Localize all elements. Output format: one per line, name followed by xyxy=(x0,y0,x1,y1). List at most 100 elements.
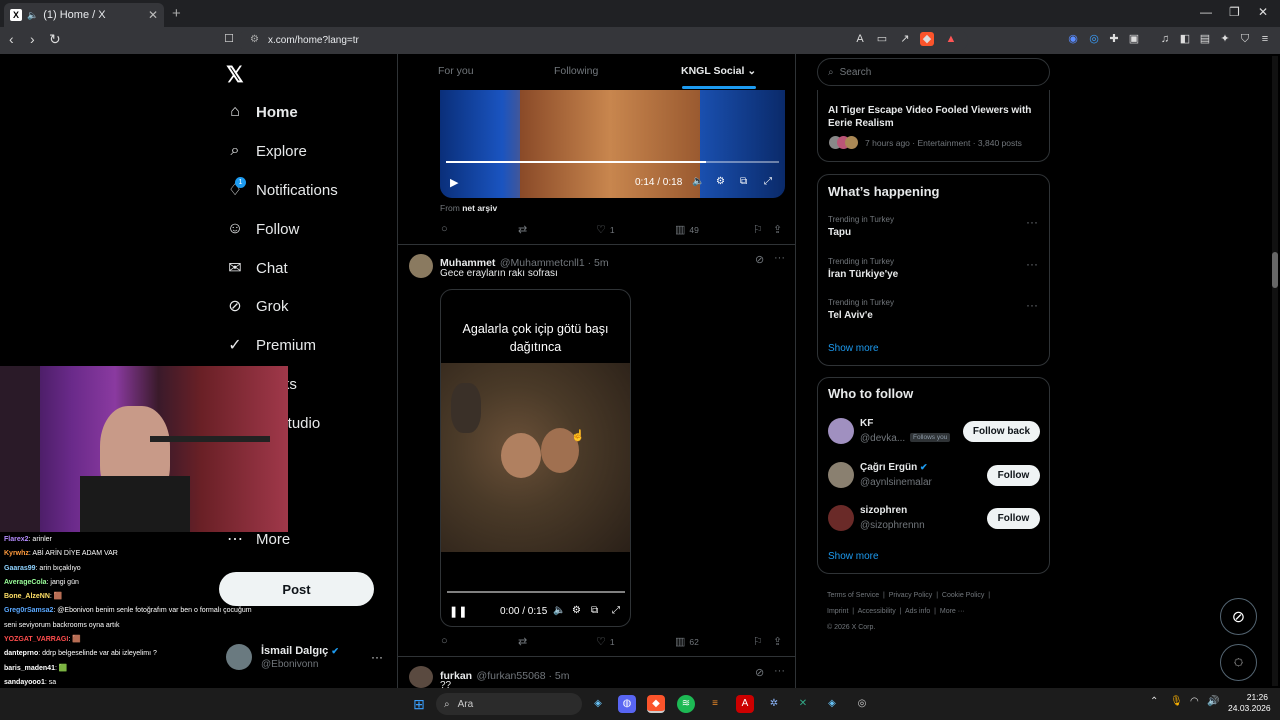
footer-link[interactable]: Terms of Service xyxy=(827,592,879,599)
steam-icon[interactable]: ◈ xyxy=(823,695,841,713)
share-button[interactable]: ⇪ xyxy=(773,635,782,648)
extension-wallet-icon[interactable]: ◉ xyxy=(1066,32,1080,46)
avatar[interactable] xyxy=(409,666,433,688)
bookmark-button[interactable]: ⚐ xyxy=(753,635,763,648)
nav-chat[interactable]: ✉ Chat xyxy=(226,255,287,281)
search-input[interactable]: ⌕ Search xyxy=(817,58,1050,86)
extension-icon[interactable]: ◎ xyxy=(1087,32,1101,46)
speaker-icon[interactable]: 🔈 xyxy=(27,10,38,21)
footer-link[interactable]: Ads info xyxy=(905,608,930,615)
sidebar-toggle-icon[interactable]: ◧ xyxy=(1178,32,1192,46)
leo-ai-icon[interactable]: ✦ xyxy=(1218,32,1232,46)
screenshot-icon[interactable]: ▣ xyxy=(1127,32,1141,46)
windows-start-icon[interactable]: ⊞ xyxy=(410,695,428,713)
chat-username[interactable]: danteprno xyxy=(4,650,38,657)
tab-following[interactable]: Following xyxy=(554,65,598,77)
follow-name[interactable]: Çağrı Ergün ✔ xyxy=(860,462,928,473)
chat-username[interactable]: YOZGAT_VARRAGI xyxy=(4,636,68,643)
progress-track[interactable] xyxy=(447,591,625,593)
page-scrollbar[interactable] xyxy=(1272,56,1278,686)
show-more-link[interactable]: Show more xyxy=(828,343,879,354)
menu-icon[interactable]: ≡ xyxy=(1258,32,1272,46)
brave-icon[interactable]: ◆ xyxy=(647,695,665,713)
tab-kngl-social[interactable]: KNGL Social ⌄ xyxy=(681,65,756,77)
brave-shield-icon[interactable]: ◆ xyxy=(920,32,934,46)
volume-icon[interactable]: 🔈 xyxy=(553,605,565,616)
source-name[interactable]: net arşiv xyxy=(462,203,497,213)
volume-icon[interactable]: 🔈 xyxy=(692,176,704,187)
views-button[interactable]: ▥ 62 xyxy=(675,635,699,648)
x-logo-icon[interactable]: 𝕏 xyxy=(226,62,244,88)
avatar[interactable] xyxy=(828,505,854,531)
messages-fab[interactable]: ◌ xyxy=(1220,644,1257,681)
views-button[interactable]: ▥ 49 xyxy=(675,223,699,236)
taskbar-clock[interactable]: 21:26 24.03.2026 xyxy=(1228,692,1271,714)
bookmark-page-icon[interactable]: ☐ xyxy=(222,32,236,46)
avatar[interactable] xyxy=(828,462,854,488)
vpn-icon[interactable]: ⛉ xyxy=(1238,32,1252,46)
steam-icon[interactable]: ◈ xyxy=(589,695,607,713)
reply-button[interactable]: ○ xyxy=(441,223,448,235)
follow-button[interactable]: Follow xyxy=(987,465,1040,486)
settings-icon[interactable]: ⚙ xyxy=(572,605,581,616)
fullscreen-icon[interactable]: ⤢ xyxy=(612,605,620,616)
nav-home[interactable]: ⌂ Home xyxy=(226,99,298,125)
grok-explain-icon[interactable]: ⊘ xyxy=(755,666,764,679)
follow-back-button[interactable]: Follow back xyxy=(963,421,1040,442)
microphone-icon[interactable]: 🎙 xyxy=(1170,696,1183,707)
nav-notifications[interactable]: ♢ 1 Notifications xyxy=(226,177,338,203)
trend-more-icon[interactable]: ··· xyxy=(1026,298,1038,312)
popout-icon[interactable]: ⧉ xyxy=(591,605,598,616)
forward-icon[interactable]: › xyxy=(30,31,35,47)
nav-grok[interactable]: ⊘ Grok xyxy=(226,293,288,319)
trend-item[interactable]: Trending in Turkey İran Türkiye'ye ··· xyxy=(828,257,1040,287)
cast-icon[interactable]: ▭ xyxy=(875,32,889,46)
new-tab-icon[interactable]: + xyxy=(172,5,181,22)
nav-explore[interactable]: ⌕ Explore xyxy=(226,138,307,164)
grok-fab[interactable]: ⊘ xyxy=(1220,598,1257,635)
minimize-icon[interactable]: — xyxy=(1200,5,1212,19)
back-icon[interactable]: ‹ xyxy=(9,31,14,47)
brave-rewards-icon[interactable]: ▲ xyxy=(944,32,958,46)
reply-button[interactable]: ○ xyxy=(441,635,448,647)
repost-button[interactable]: ⇄ xyxy=(518,223,527,236)
account-more-icon[interactable]: ··· xyxy=(371,650,383,664)
chat-username[interactable]: Flarex2 xyxy=(4,536,29,543)
chat-username[interactable]: baris_maden41 xyxy=(4,665,55,672)
avatar[interactable] xyxy=(409,254,433,278)
tray-chevron-icon[interactable]: ⌃ xyxy=(1150,696,1158,707)
browser-tab[interactable]: X 🔈 (1) Home / X ✕ xyxy=(4,3,164,27)
chat-username[interactable]: Gaaras99 xyxy=(4,565,36,572)
show-more-link[interactable]: Show more xyxy=(828,551,879,562)
chat-username[interactable]: Bone_AlzeNN xyxy=(4,593,50,600)
fullscreen-icon[interactable]: ⤢ xyxy=(764,176,772,187)
follow-name[interactable]: KF xyxy=(860,418,873,429)
follow-name[interactable]: sizophren xyxy=(860,505,907,516)
close-tab-icon[interactable]: ✕ xyxy=(148,8,158,22)
nav-follow[interactable]: ☺ Follow xyxy=(226,216,300,242)
share-button[interactable]: ⇪ xyxy=(773,223,782,236)
footer-link[interactable]: More ··· xyxy=(940,608,965,615)
pause-icon[interactable]: ❚❚ xyxy=(449,605,467,618)
discord-icon[interactable]: ◍ xyxy=(618,695,636,713)
app-icon[interactable]: A xyxy=(736,695,754,713)
post-more-icon[interactable]: ··· xyxy=(774,252,785,264)
taskbar-search[interactable]: ⌕ Ara xyxy=(436,693,582,715)
window-close-icon[interactable]: ✕ xyxy=(1258,5,1268,19)
grok-explain-icon[interactable]: ⊘ xyxy=(755,253,764,266)
obs-icon[interactable]: ◎ xyxy=(853,695,871,713)
repost-button[interactable]: ⇄ xyxy=(518,635,527,648)
settings-icon[interactable]: ⚙ xyxy=(716,176,725,187)
scrollbar-thumb[interactable] xyxy=(1272,252,1278,288)
news-card[interactable]: AI Tiger Escape Video Fooled Viewers wit… xyxy=(817,90,1050,162)
chat-username[interactable]: Kyrwhz xyxy=(4,550,29,557)
post1-video[interactable]: ▶ 0:14 / 0:18 🔈 ⚙ ⧉ ⤢ xyxy=(440,90,785,198)
maximize-icon[interactable]: ❐ xyxy=(1229,5,1240,19)
translate-icon[interactable]: A xyxy=(853,32,867,46)
network-app-icon[interactable]: ✲ xyxy=(765,695,783,713)
footer-link[interactable]: Privacy Policy xyxy=(889,592,933,599)
footer-link[interactable]: Imprint xyxy=(827,608,848,615)
footer-link[interactable]: Cookie Policy xyxy=(942,592,984,599)
app-icon[interactable]: ≡ xyxy=(706,695,724,713)
tab-for-you[interactable]: For you xyxy=(438,65,474,77)
